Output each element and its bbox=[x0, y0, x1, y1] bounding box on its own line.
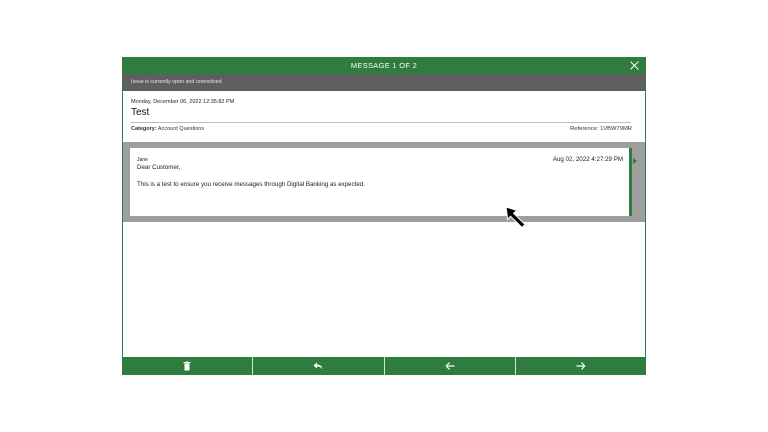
expand-arrow-icon[interactable] bbox=[633, 158, 637, 164]
previous-message-button[interactable] bbox=[385, 357, 516, 375]
mouse-pointer-icon bbox=[505, 206, 526, 229]
dialog-title: MESSAGE 1 OF 2 bbox=[350, 61, 418, 70]
footer-toolbar bbox=[122, 357, 646, 375]
delete-button[interactable] bbox=[122, 357, 254, 375]
arrow-left-icon bbox=[445, 362, 455, 370]
close-icon[interactable] bbox=[629, 60, 640, 71]
reference: Reference: 1VBW79MR bbox=[570, 126, 632, 132]
message-subject: Test bbox=[131, 107, 150, 118]
reference-value: 1VBW79MR bbox=[600, 126, 632, 132]
status-text: Issue is currently open and unresolved bbox=[131, 79, 222, 85]
category: Category: Account Questions bbox=[131, 126, 204, 132]
next-message-button[interactable] bbox=[516, 357, 646, 375]
message-date: Monday, December 06, 2022 12:35:82 PM bbox=[131, 99, 235, 105]
message-timestamp: Aug 02, 2022 4:27:29 PM bbox=[552, 156, 623, 163]
divider bbox=[131, 122, 631, 123]
message-greeting: Dear Customer, bbox=[137, 164, 181, 171]
message-body: This is a test to ensure you receive mes… bbox=[137, 181, 366, 188]
reply-icon bbox=[313, 362, 323, 370]
category-label: Category: bbox=[131, 126, 157, 132]
reference-label: Reference: bbox=[570, 126, 599, 132]
message-dialog: MESSAGE 1 OF 2 Issue is currently open a… bbox=[122, 57, 646, 375]
category-value: Account Questions bbox=[157, 126, 205, 132]
sender-name: Jane bbox=[137, 157, 148, 163]
trash-icon bbox=[183, 361, 191, 371]
thread-area: Jane Dear Customer, Aug 02, 2022 4:27:29… bbox=[123, 142, 645, 222]
reply-button[interactable] bbox=[253, 357, 385, 375]
arrow-right-icon bbox=[576, 362, 586, 370]
status-bar: Issue is currently open and unresolved bbox=[123, 74, 645, 91]
dialog-header: MESSAGE 1 OF 2 bbox=[122, 57, 646, 74]
message-card[interactable]: Jane Dear Customer, Aug 02, 2022 4:27:29… bbox=[130, 148, 632, 216]
